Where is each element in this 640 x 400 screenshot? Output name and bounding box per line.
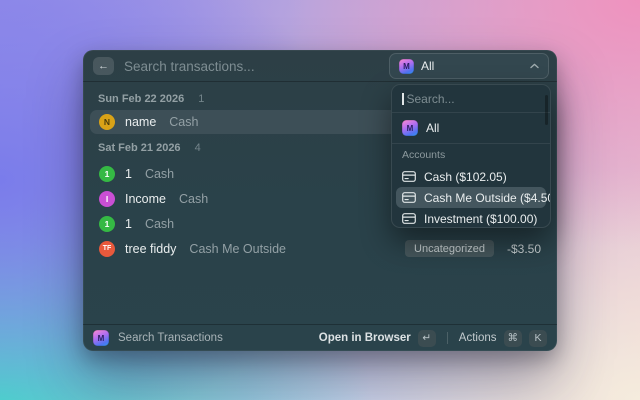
transaction-payee: 1	[125, 217, 132, 231]
dropdown-scrollbar[interactable]	[545, 95, 548, 125]
dropdown-search-placeholder: Search...	[407, 92, 455, 106]
open-in-browser-action[interactable]: Open in Browser ↵	[319, 330, 436, 347]
dropdown-item-label: Investment ($100.00)	[424, 212, 537, 226]
payee-avatar: TF	[99, 241, 115, 257]
search-transactions-window: ← Search transactions... All Sun Feb 22 …	[83, 50, 557, 351]
dropdown-item-investment[interactable]: Investment ($100.00)	[396, 208, 546, 228]
transaction-payee: 1	[125, 167, 132, 181]
group-date: Sun Feb 22 2026	[98, 93, 184, 105]
chevron-up-icon	[530, 63, 539, 69]
search-input[interactable]: Search transactions...	[124, 59, 379, 74]
transaction-payee: tree fiddy	[125, 242, 176, 256]
enter-key-icon: ↵	[418, 330, 436, 347]
payee-avatar: 1	[99, 216, 115, 232]
group-date: Sat Feb 21 2026	[98, 142, 181, 154]
credit-card-icon	[402, 213, 416, 224]
transaction-account: Cash Me Outside	[189, 242, 286, 256]
command-name: Search Transactions	[118, 332, 223, 344]
account-filter-dropdown-button[interactable]: All	[389, 53, 549, 79]
lunch-money-app-icon	[399, 59, 414, 74]
transaction-payee: name	[125, 115, 156, 129]
payee-avatar: I	[99, 191, 115, 207]
transaction-payee: Income	[125, 192, 166, 206]
filter-selected-value: All	[421, 59, 523, 73]
desktop-background: ← Search transactions... All Sun Feb 22 …	[0, 0, 640, 400]
primary-action-label: Open in Browser	[319, 332, 411, 344]
command-key-icon: ⌘	[504, 330, 523, 347]
transaction-row-tree-fiddy[interactable]: TF tree fiddy Cash Me Outside Uncategori…	[90, 236, 550, 261]
actions-menu-button[interactable]: Actions ⌘ K	[459, 330, 547, 347]
dropdown-item-label: Cash Me Outside ($4.50)	[424, 191, 551, 205]
dropdown-item-label: Cash ($102.05)	[424, 170, 507, 184]
text-cursor	[402, 93, 404, 105]
separator	[447, 332, 448, 344]
group-count: 4	[195, 142, 201, 154]
account-filter-dropdown-panel: Search... All Accounts Cash ($102.05)	[391, 84, 551, 228]
dropdown-item-cash-me-outside[interactable]: Cash Me Outside ($4.50)	[396, 187, 546, 208]
top-bar: ← Search transactions... All	[83, 50, 557, 82]
transaction-amount: -$3.50	[507, 242, 541, 256]
payee-avatar: 1	[99, 166, 115, 182]
group-count: 1	[198, 93, 204, 105]
transaction-account: Cash	[145, 217, 174, 231]
transaction-account: Cash	[169, 115, 198, 129]
lunch-money-app-icon	[402, 120, 418, 136]
back-button[interactable]: ←	[93, 57, 114, 75]
category-badge: Uncategorized	[405, 240, 494, 257]
dropdown-item-label: All	[426, 121, 439, 135]
dropdown-item-cash[interactable]: Cash ($102.05)	[396, 166, 546, 187]
dropdown-section-accounts: Accounts	[392, 144, 550, 166]
credit-card-icon	[402, 171, 416, 182]
status-bar: Search Transactions Open in Browser ↵ Ac…	[83, 324, 557, 351]
dropdown-item-all[interactable]: All	[392, 113, 550, 143]
credit-card-icon	[402, 192, 416, 203]
k-key-icon: K	[529, 330, 547, 347]
transaction-account: Cash	[179, 192, 208, 206]
payee-avatar: N	[99, 114, 115, 130]
actions-label: Actions	[459, 332, 497, 344]
lunch-money-app-icon	[93, 330, 109, 346]
transaction-account: Cash	[145, 167, 174, 181]
dropdown-search-input[interactable]: Search...	[392, 85, 550, 112]
